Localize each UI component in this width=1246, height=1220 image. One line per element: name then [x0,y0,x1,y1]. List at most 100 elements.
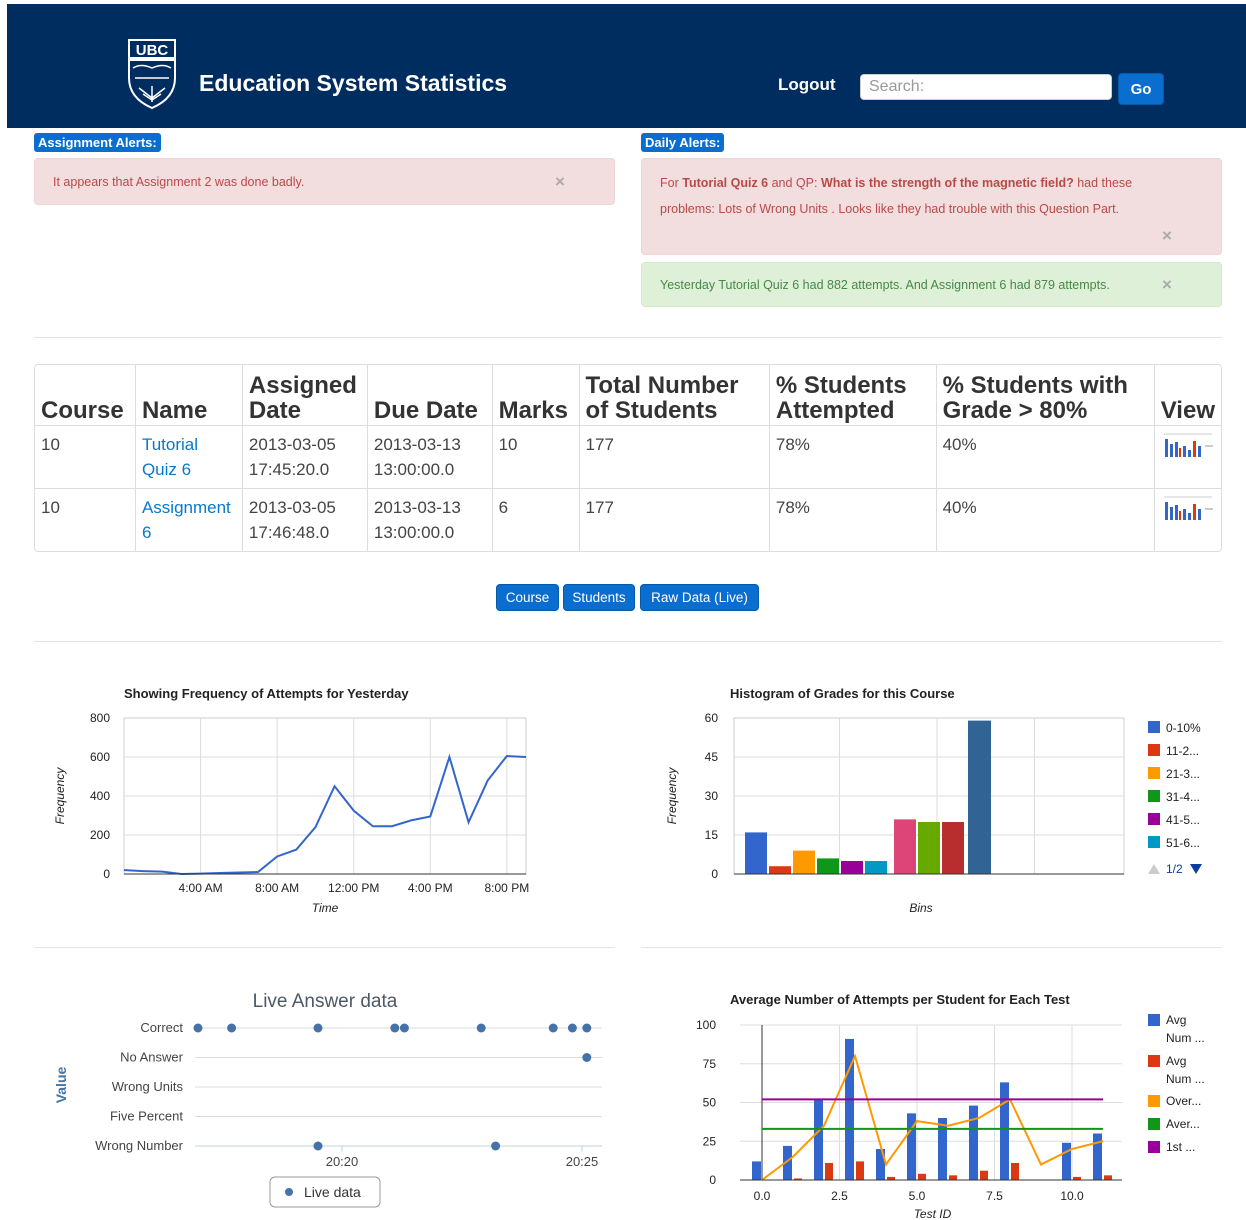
y-tick-label: 60 [705,711,719,725]
cell-total: 177 [578,425,769,488]
data-point [227,1023,237,1033]
chart-title: Average Number of Attempts per Student f… [730,992,1070,1007]
daily-problem-alert: For Tutorial Quiz 6 and QP: What is the … [641,158,1222,255]
x-axis-label: Test ID [914,1207,952,1220]
raw-data-button[interactable]: Raw Data (Live) [640,584,759,611]
alert-text: For [660,176,683,190]
data-point [582,1023,592,1033]
col-attempted: % Students Attempted [768,365,936,425]
legend-swatch [1148,1014,1160,1026]
histogram-bar [793,850,815,874]
cell-assigned: 2013-03-05 17:46:48.0 [241,488,367,551]
legend-swatch [1148,721,1160,733]
cell-assigned: 2013-03-05 17:45:20.0 [241,425,367,488]
bar-avg-num [938,1118,947,1180]
x-tick-label: 8:00 AM [255,881,299,895]
x-tick-label: 10.0 [1060,1189,1084,1203]
legend-label: 31-4... [1166,790,1200,804]
legend-next-icon [1190,864,1202,874]
legend-label: Avg [1166,1013,1186,1027]
y-tick-label: 45 [705,750,719,764]
search-input[interactable] [860,74,1112,100]
y-tick-label: 600 [90,750,110,764]
legend-swatch [1148,1055,1160,1067]
chart-title: Showing Frequency of Attempts for Yester… [124,686,409,701]
ubc-logo: UBC [128,39,176,110]
legend-swatch [1148,836,1160,848]
data-point [548,1023,558,1033]
legend-swatch [1148,1095,1160,1107]
legend-label: Aver... [1166,1117,1200,1131]
legend-label: Num ... [1166,1072,1205,1086]
students-button[interactable]: Students [563,584,635,611]
cell-attempted: 78% [768,488,936,551]
x-tick-label: 12:00 PM [328,881,379,895]
legend-label: 1st ... [1166,1140,1195,1154]
x-tick-label: 7.5 [986,1189,1003,1203]
legend-label: 51-6... [1166,836,1200,850]
close-icon[interactable]: × [1162,275,1172,295]
y-tick-label: 50 [703,1096,717,1110]
bar-avg-num [1093,1133,1102,1180]
col-assigned-date: Assigned Date [241,365,367,425]
histogram-bar [745,832,767,874]
close-icon[interactable]: × [1162,223,1172,249]
chart-thumbnail-icon[interactable] [1160,495,1215,525]
bar-avg-num [814,1099,823,1180]
bar-avg-num [752,1161,761,1180]
divider [34,641,1222,642]
table-header-row: Course Name Assigned Date Due Date Marks… [35,365,1221,425]
top-header: UBC [7,4,1246,128]
chart-thumbnail-icon[interactable] [1160,432,1215,462]
alert-quiz-name: Tutorial Quiz 6 [682,176,769,190]
cell-grade80: 40% [935,488,1154,551]
live-answer-chart: Live Answer data Correct No Answer Wrong Un… [53,991,602,1208]
bar-avg-num-2 [1011,1162,1019,1180]
y-tick-label: 0 [711,867,718,881]
test-link[interactable]: Tutorial Quiz 6 [142,435,198,479]
category-label: Five Percent [110,1109,183,1124]
series-line [123,753,527,876]
test-link[interactable]: Assignment 6 [142,498,231,542]
y-tick-label: 15 [705,828,719,842]
data-point [491,1141,501,1151]
bar-avg-num-2 [918,1173,926,1180]
legend-swatch [1148,1141,1160,1153]
y-tick-label: 800 [90,711,110,725]
histogram-bar [817,858,839,874]
y-axis-label: Frequency [53,767,67,825]
legend-label: 41-5... [1166,813,1200,827]
logout-link[interactable]: Logout [778,75,836,95]
go-button[interactable]: Go [1118,73,1164,105]
y-tick-label: 25 [703,1134,717,1148]
y-tick-label: 200 [90,828,110,842]
x-tick-label: 5.0 [909,1189,926,1203]
col-name: Name [134,365,242,425]
app-title: Education System Statistics [199,70,508,96]
cell-view [1153,488,1221,551]
data-point [567,1023,577,1033]
data-point [193,1023,203,1033]
cell-total: 177 [578,488,769,551]
legend-label: 11-2... [1166,744,1199,758]
assignment-alert-text: It appears that Assignment 2 was done ba… [53,175,305,189]
data-point [399,1023,409,1033]
cell-marks: 6 [491,488,579,551]
cell-grade80: 40% [935,425,1154,488]
bar-avg-num-2 [1104,1175,1112,1180]
avg-attempts-chart: Average Number of Attempts per Student f… [696,992,1205,1220]
data-point [476,1023,486,1033]
assignment-alert: It appears that Assignment 2 was done ba… [34,158,615,205]
legend-swatch [1148,813,1160,825]
col-total-students: Total Number of Students [578,365,769,425]
bar-avg-num-2 [825,1162,833,1180]
course-button[interactable]: Course [496,584,559,611]
col-course: Course [41,397,124,424]
histogram-bar [918,822,940,874]
histogram-bar [769,866,791,874]
daily-summary-alert: Yesterday Tutorial Quiz 6 had 882 attemp… [641,262,1222,307]
y-axis-label: Value [53,1067,69,1104]
category-label: Correct [140,1020,183,1035]
divider [641,947,1222,948]
close-icon[interactable]: × [555,172,565,192]
